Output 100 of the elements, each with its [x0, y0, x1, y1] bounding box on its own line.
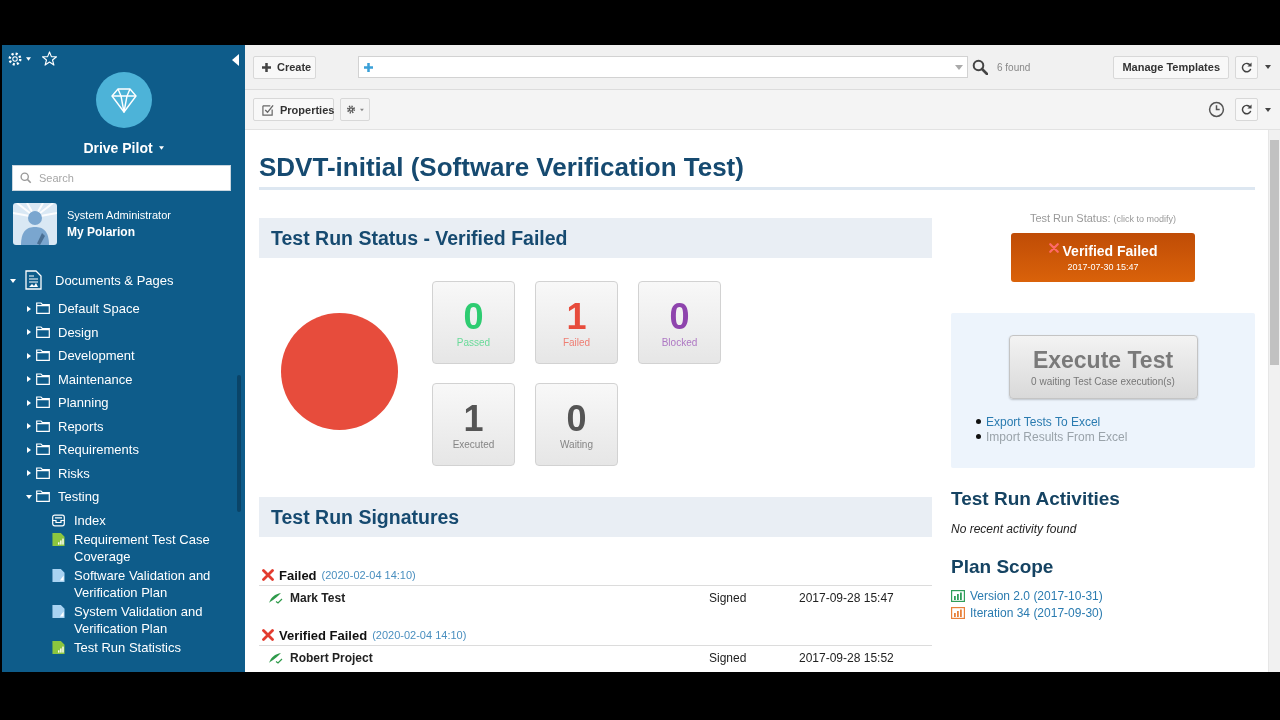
- stat-label: Waiting: [560, 439, 593, 451]
- tree-item[interactable]: Development: [58, 347, 227, 364]
- tree-item[interactable]: Software Validation and Verification Plan: [74, 566, 227, 601]
- diamond-logo-icon: [95, 72, 152, 128]
- scrollbar-thumb[interactable]: [1270, 140, 1279, 365]
- caret-icon[interactable]: [1265, 107, 1271, 112]
- page-icon: [52, 604, 65, 618]
- folder-icon: [36, 419, 50, 432]
- collapse-icon[interactable]: [232, 53, 239, 66]
- clock-icon[interactable]: [1208, 101, 1225, 118]
- stat-label: Executed: [452, 439, 495, 451]
- caret-icon[interactable]: [26, 423, 32, 429]
- user-avatar[interactable]: [13, 203, 57, 245]
- search-field[interactable]: Search: [12, 165, 231, 191]
- result-count: 6 found: [997, 61, 1031, 73]
- tree-item[interactable]: Risks: [58, 464, 227, 482]
- folder-icon: [36, 490, 50, 502]
- folder-icon: [36, 325, 50, 338]
- tree-item[interactable]: Testing: [58, 488, 227, 505]
- bullet-icon: [976, 434, 981, 439]
- caret-icon[interactable]: [10, 277, 16, 284]
- query-field[interactable]: [358, 56, 968, 78]
- tree-item[interactable]: System Validation and Verification Plan: [74, 602, 227, 637]
- stat-count: 1: [463, 399, 484, 439]
- refresh-icon: [1241, 104, 1252, 115]
- signature-date: (2020-02-04 14:10): [372, 629, 467, 641]
- cross-icon: [262, 569, 274, 581]
- stat-count: 0: [669, 297, 690, 337]
- checkbox-icon: [262, 103, 274, 116]
- settings-icon[interactable]: [7, 50, 23, 67]
- plan-link[interactable]: Iteration 34 (2017-09-30): [970, 605, 1103, 620]
- bullet-icon: [976, 419, 981, 424]
- caret-icon[interactable]: [26, 446, 32, 453]
- caret-icon[interactable]: [26, 470, 32, 476]
- page-icon: [52, 568, 65, 582]
- action-link[interactable]: Export Tests To Excel: [986, 414, 1101, 429]
- tree-item[interactable]: Requirements: [58, 441, 227, 458]
- user-link[interactable]: My Polarion: [67, 225, 171, 240]
- tree-item[interactable]: Documents & Pages: [55, 272, 227, 289]
- scrollbar-thumb[interactable]: [237, 375, 241, 512]
- stat-count: 1: [566, 297, 587, 337]
- manage-templates-button[interactable]: Manage Templates: [1113, 55, 1229, 79]
- tree-item[interactable]: Planning: [58, 394, 227, 411]
- tray-icon: [52, 513, 65, 527]
- stat-tile[interactable]: 1 Executed: [432, 383, 515, 466]
- signer-name: Robert Project: [290, 651, 374, 665]
- signer-name: Mark Test: [290, 591, 347, 605]
- caret-icon[interactable]: [26, 305, 32, 312]
- project-switcher[interactable]: Drive Pilot: [83, 139, 164, 157]
- caret-icon[interactable]: [26, 399, 32, 406]
- stat-tile[interactable]: 0 Blocked: [638, 281, 721, 364]
- stat-tile[interactable]: 0 Waiting: [535, 383, 618, 466]
- page-title: SDVT-initial (Software Verification Test): [259, 151, 1255, 190]
- report-icon: [52, 640, 65, 654]
- folder-icon: [36, 302, 50, 314]
- caret-icon[interactable]: [26, 376, 32, 382]
- stat-count: 0: [566, 399, 587, 439]
- tree-item[interactable]: Test Run Statistics: [74, 638, 227, 656]
- user-role: System Administrator: [67, 208, 171, 222]
- caret-icon[interactable]: [26, 329, 32, 335]
- plan-link[interactable]: Version 2.0 (2017-10-31): [970, 588, 1103, 603]
- status-button[interactable]: Verified Failed 2017-07-30 15:47: [1011, 233, 1195, 282]
- folder-icon: [36, 396, 50, 408]
- caret-icon[interactable]: [1265, 65, 1271, 69]
- report-icon: [52, 532, 65, 546]
- refresh-icon: [1241, 61, 1252, 73]
- stat-count: 0: [463, 297, 484, 337]
- refresh-button[interactable]: [1235, 55, 1258, 79]
- signature-state: Signed: [709, 651, 748, 665]
- stat-label: Blocked: [661, 337, 698, 349]
- create-button[interactable]: Create: [253, 55, 316, 79]
- refresh-button[interactable]: [1235, 98, 1258, 121]
- caret-icon[interactable]: [158, 146, 164, 150]
- cross-icon: [262, 629, 274, 641]
- section-heading: Test Run Signatures: [259, 497, 932, 537]
- stat-label: Failed: [562, 337, 591, 349]
- actions-menu-button[interactable]: [340, 98, 370, 121]
- tree-item[interactable]: Requirement Test Case Coverage: [74, 530, 227, 565]
- signature-time: 2017-09-28 15:47: [799, 591, 895, 605]
- tree-item[interactable]: Index: [74, 511, 227, 529]
- caret-icon[interactable]: [26, 56, 31, 61]
- tree-item[interactable]: Reports: [58, 417, 227, 435]
- caret-icon[interactable]: [26, 352, 32, 359]
- caret-icon[interactable]: [26, 493, 32, 500]
- action-link: Import Results From Excel: [986, 429, 1128, 444]
- empty-message: No recent activity found: [951, 521, 1078, 537]
- properties-button[interactable]: Properties: [253, 98, 334, 121]
- plus-icon: [262, 62, 271, 72]
- execute-test-button[interactable]: Execute Test 0 waiting Test Case execution(s): [1008, 335, 1198, 399]
- signature-state: Signed: [709, 591, 748, 605]
- gear-icon: [346, 103, 357, 116]
- section-heading: Test Run Status - Verified Failed: [259, 218, 932, 258]
- stat-label: Passed: [456, 337, 491, 349]
- search-icon[interactable]: [972, 59, 988, 75]
- tree-item[interactable]: Maintenance: [58, 370, 227, 388]
- star-icon[interactable]: [42, 51, 57, 66]
- signature-status: Verified Failed: [279, 627, 368, 643]
- document-icon: [25, 270, 42, 290]
- tree-item[interactable]: Design: [58, 323, 227, 341]
- tree-item[interactable]: Default Space: [58, 300, 227, 317]
